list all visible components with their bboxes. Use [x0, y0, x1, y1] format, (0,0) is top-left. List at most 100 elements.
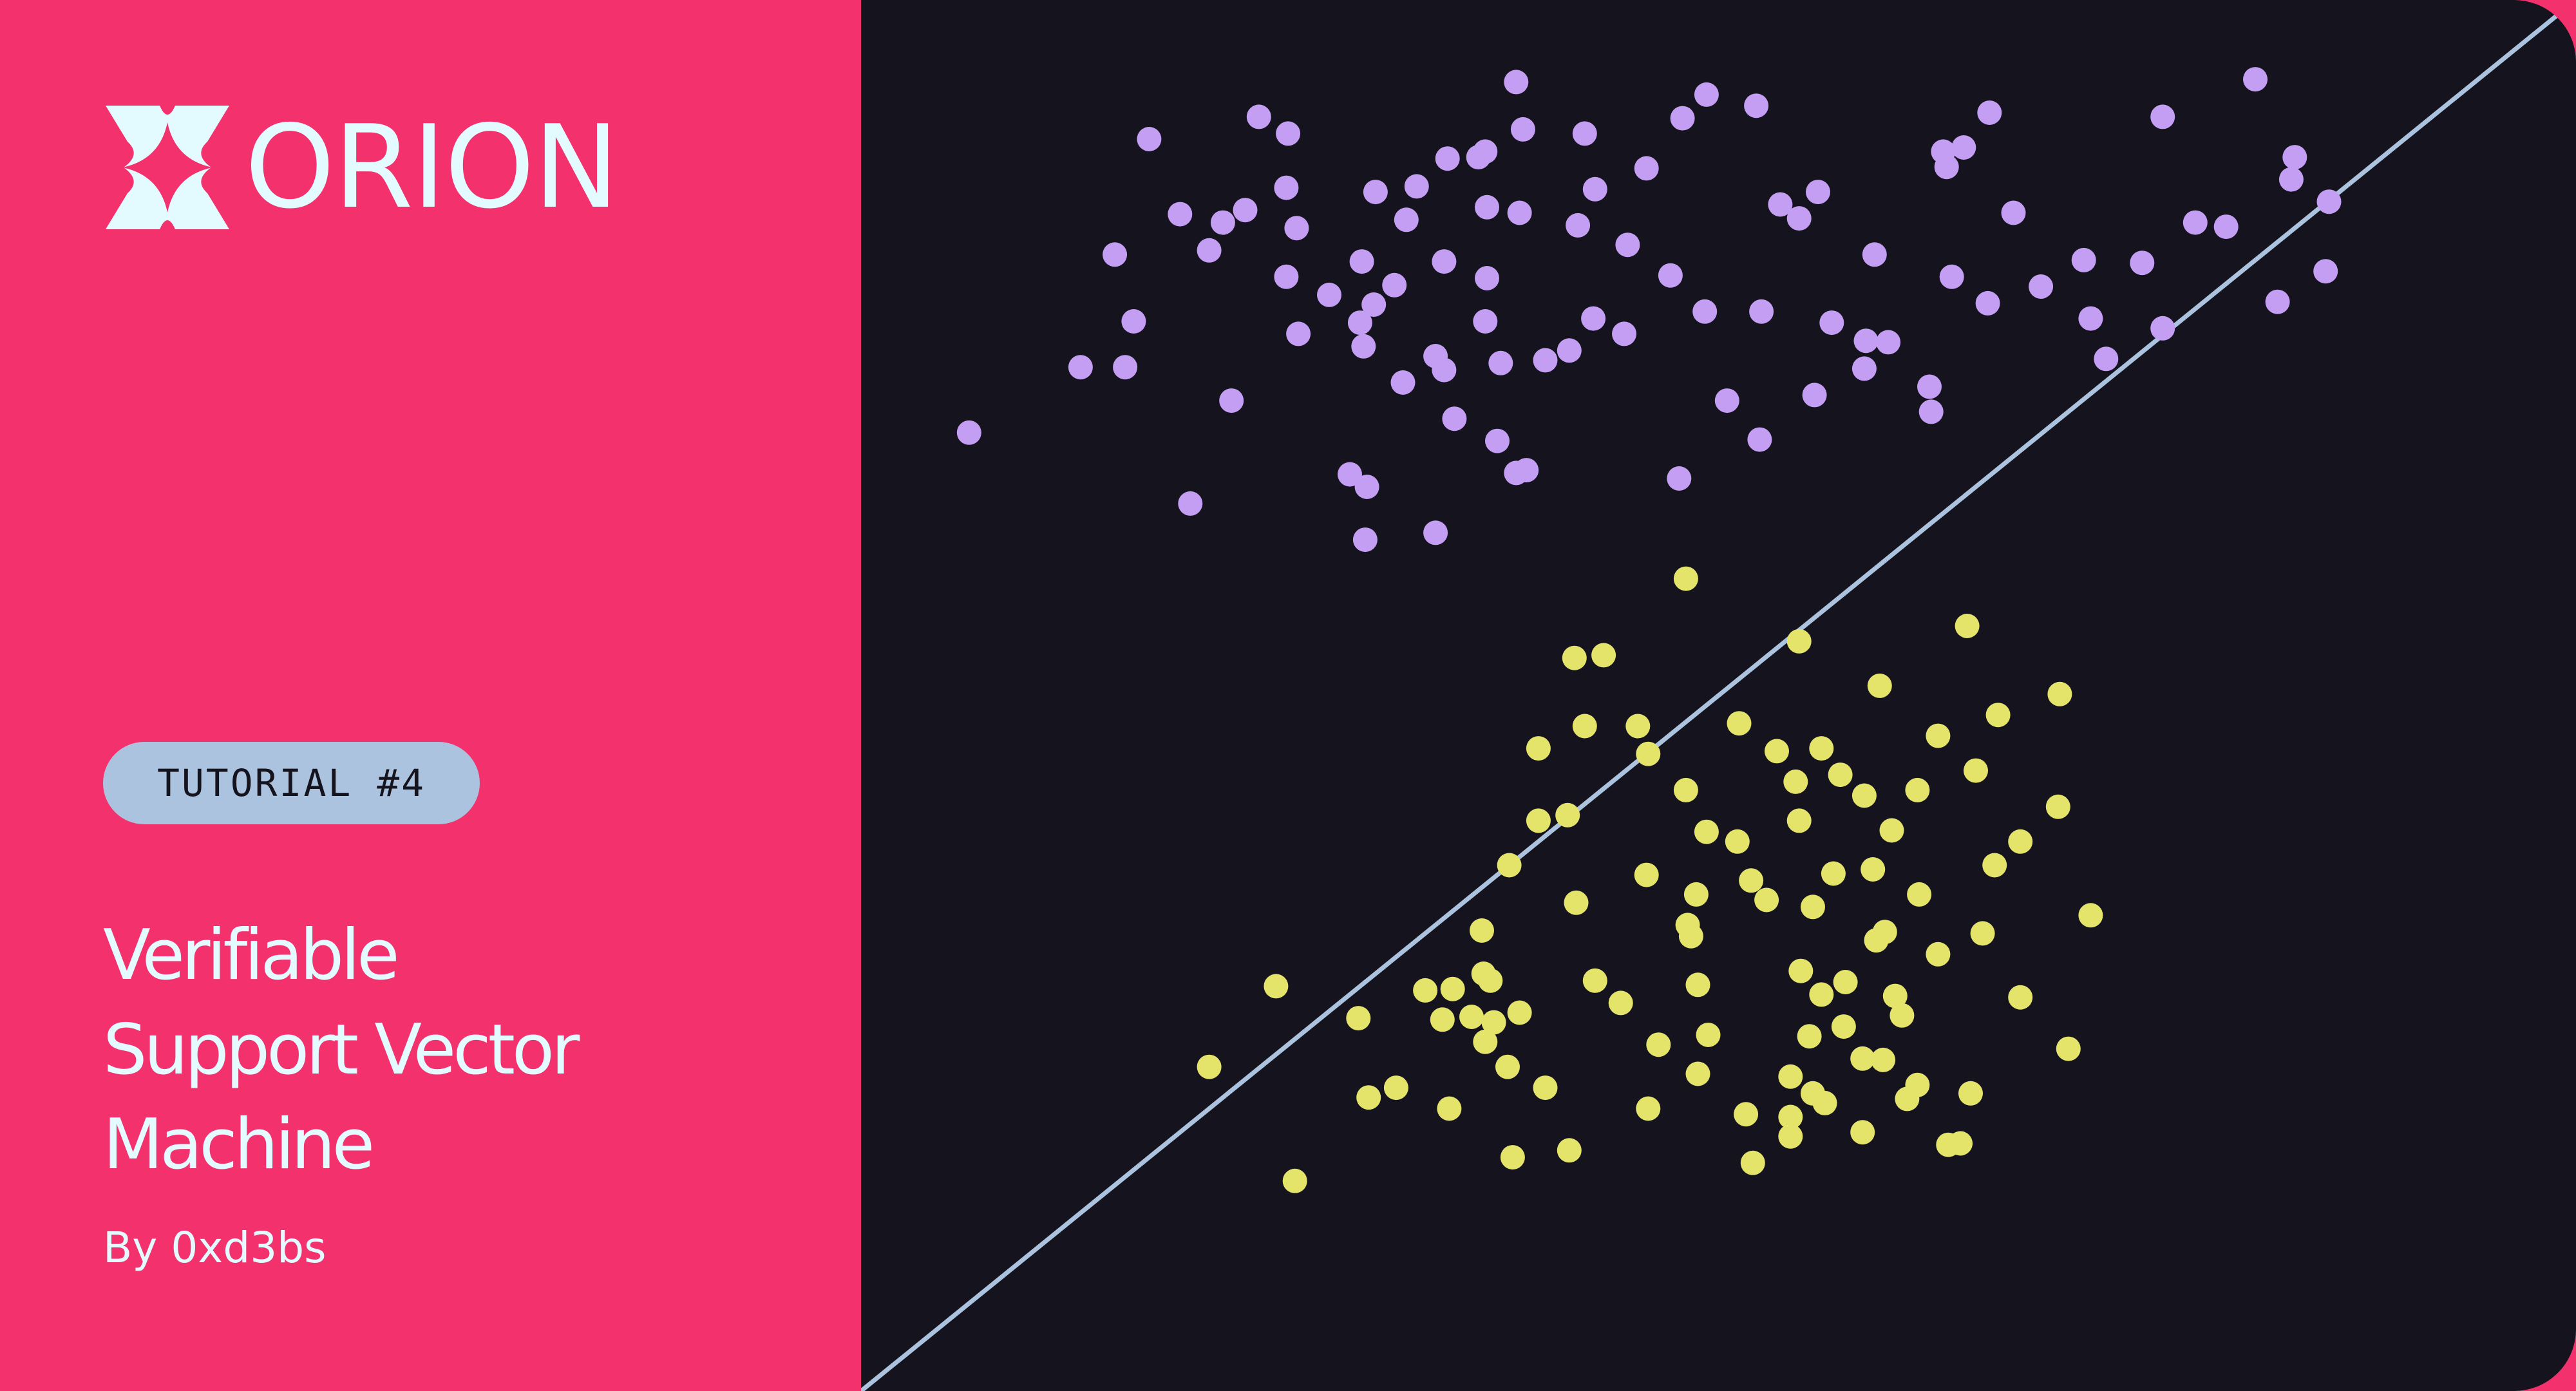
data-point-class-b	[1786, 808, 1812, 833]
data-point-class-a	[956, 420, 981, 445]
author-byline: By 0xd3bs	[103, 1223, 327, 1273]
data-point-class-b	[1470, 918, 1494, 943]
data-point-class-b	[1850, 1120, 1875, 1145]
data-point-class-b	[1564, 890, 1589, 915]
data-point-class-b	[2008, 985, 2033, 1010]
brand-logo: ORION	[103, 103, 620, 232]
data-point-class-a	[1939, 264, 1964, 289]
data-point-class-b	[1889, 1003, 1915, 1028]
data-point-class-b	[2078, 903, 2103, 928]
data-point-class-b	[1964, 758, 1988, 783]
scatter-plot	[861, 0, 2576, 1391]
data-point-class-b	[1264, 974, 1289, 999]
data-point-class-b	[1727, 711, 1752, 736]
data-point-class-b	[1833, 970, 1858, 994]
data-point-class-a	[1852, 356, 1877, 381]
data-point-class-a	[1692, 299, 1718, 324]
data-point-class-a	[1931, 139, 1956, 164]
data-point-class-a	[1363, 180, 1388, 205]
data-point-class-a	[1582, 176, 1607, 202]
data-point-class-b	[1725, 829, 1750, 854]
data-point-class-b	[1879, 818, 1904, 843]
data-point-class-a	[1615, 232, 1640, 258]
data-point-class-b	[1562, 645, 1587, 670]
data-point-class-a	[2183, 210, 2208, 235]
data-point-class-a	[1475, 194, 1499, 220]
data-point-class-b	[1850, 1046, 1875, 1071]
data-point-class-b	[1507, 1000, 1532, 1025]
data-point-class-a	[1197, 238, 1222, 263]
data-point-class-a	[1533, 348, 1558, 373]
data-point-class-b	[1459, 1005, 1484, 1029]
data-point-class-b	[1608, 990, 1633, 1016]
data-point-class-a	[1210, 210, 1235, 235]
data-point-class-a	[1349, 249, 1374, 274]
data-point-class-b	[1582, 968, 1607, 993]
data-point-class-a	[1246, 104, 1271, 129]
data-point-class-a	[1361, 292, 1387, 317]
data-point-class-a	[2265, 289, 2290, 314]
data-point-class-b	[1867, 673, 1892, 698]
data-point-class-a	[1274, 264, 1299, 289]
data-point-class-a	[1178, 491, 1203, 516]
data-point-class-b	[1197, 1054, 1222, 1079]
tutorial-banner: ORION TUTORIAL #4 Verifiable Support Vec…	[0, 0, 2576, 1391]
data-point-class-a	[1658, 263, 1683, 288]
data-point-class-a	[1423, 344, 1448, 368]
data-point-class-a	[1566, 213, 1591, 238]
data-point-class-a	[1284, 216, 1309, 241]
data-point-class-a	[1168, 202, 1193, 227]
data-point-class-b	[1533, 1075, 1558, 1101]
data-point-class-b	[1801, 894, 1825, 920]
data-point-class-b	[1572, 714, 1597, 739]
data-point-class-b	[2047, 681, 2072, 706]
data-point-class-a	[1975, 290, 2000, 316]
data-point-class-b	[1861, 857, 1886, 882]
data-point-class-a	[2078, 306, 2103, 331]
data-point-class-a	[2316, 189, 2342, 214]
data-point-class-a	[2150, 104, 2175, 129]
data-point-class-a	[1338, 462, 1362, 487]
data-point-class-b	[1440, 976, 1465, 1001]
data-point-class-a	[1819, 310, 1844, 336]
tutorial-badge: TUTORIAL #4	[103, 742, 480, 824]
data-point-class-b	[2056, 1036, 2081, 1061]
data-point-class-a	[1219, 388, 1244, 413]
data-point-class-a	[1435, 146, 1460, 171]
data-point-class-b	[1831, 1014, 1856, 1039]
data-point-class-a	[1394, 207, 1419, 232]
svm-illustration-panel	[861, 0, 2576, 1391]
data-point-class-b	[1526, 736, 1551, 761]
data-point-class-a	[1121, 309, 1146, 334]
data-point-class-a	[2313, 259, 2338, 284]
data-point-class-b	[1694, 819, 1719, 844]
data-point-class-a	[1670, 106, 1695, 131]
data-point-class-b	[1786, 629, 1812, 654]
data-point-class-b	[1678, 923, 1703, 949]
data-point-class-a	[1317, 282, 1341, 307]
data-point-class-a	[1466, 145, 1491, 170]
data-point-class-b	[1557, 1138, 1582, 1163]
data-point-class-a	[1749, 299, 1774, 324]
data-point-class-b	[1673, 566, 1698, 591]
data-point-class-a	[1747, 427, 1772, 452]
data-point-class-b	[1471, 961, 1496, 986]
data-point-class-a	[1510, 117, 1535, 142]
data-point-class-a	[2130, 251, 2155, 276]
data-point-class-b	[1636, 1096, 1661, 1121]
data-point-class-a	[1876, 330, 1901, 355]
data-point-class-a	[1475, 266, 1499, 290]
data-point-class-b	[1783, 769, 1808, 794]
data-point-class-a	[2029, 274, 2054, 299]
data-point-class-b	[1495, 1054, 1520, 1079]
data-point-class-a	[2278, 167, 2304, 192]
data-point-class-b	[1809, 982, 1834, 1007]
data-point-class-b	[1673, 777, 1698, 802]
data-point-class-b	[1905, 1072, 1930, 1097]
data-point-class-a	[1488, 350, 1513, 375]
data-point-class-a	[1694, 82, 1719, 107]
title-line: Verifiable	[103, 915, 400, 996]
data-point-class-b	[1696, 1023, 1721, 1047]
data-point-class-b	[1797, 1024, 1822, 1049]
data-point-class-b	[1926, 942, 1951, 967]
